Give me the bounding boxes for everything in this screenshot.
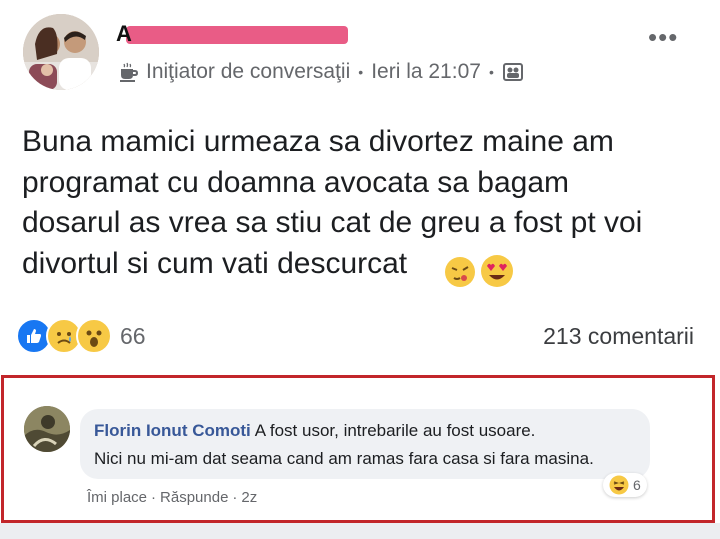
haha-reaction-icon [609, 475, 629, 495]
comment-actions: Îmi place · Răspunde · 2z [87, 489, 257, 506]
separator-dot: • [358, 64, 364, 80]
post-reactions[interactable]: 66 [16, 318, 146, 354]
comment-bubble: Florin Ionut Comoti A fost usor, intrebar… [80, 409, 650, 479]
comment-timestamp[interactable]: 2z [241, 489, 257, 506]
post-body-text: Buna mamici urmeaza sa divortez maine am… [22, 125, 643, 280]
separator-dot: • [488, 64, 494, 80]
like-comment-link[interactable]: Îmi place [87, 489, 147, 506]
author-avatar[interactable] [23, 14, 99, 90]
separator-dot: · [232, 489, 238, 506]
comment-text-line-1: A fost usor, intrebarile au fost usoare. [254, 421, 536, 440]
reply-comment-link[interactable]: Răspunde [160, 489, 228, 506]
top-fan-badge[interactable]: Iniţiator de conversaţii [146, 60, 350, 84]
comment-text-line-2: Nici nu mi-am dat seama cand am ramas fa… [94, 449, 594, 468]
comment-reactions[interactable]: 6 [603, 473, 647, 497]
comment-reaction-count: 6 [633, 477, 641, 493]
page-bottom-strip [0, 523, 720, 539]
separator-dot: · [151, 489, 157, 506]
comment-line-1: Florin Ionut Comoti A fost usor, intrebar… [94, 421, 535, 441]
more-horizontal-icon[interactable]: ••• [648, 22, 678, 53]
post-meta: Iniţiator de conversaţii • Ieri la 21:07… [118, 60, 524, 84]
group-icon [502, 63, 523, 81]
coffee-cup-icon [120, 62, 139, 82]
name-redaction-bar [126, 26, 348, 44]
reaction-count: 66 [120, 322, 146, 349]
highlighted-comment-frame: Florin Ionut Comoti A fost usor, intrebar… [1, 375, 715, 523]
author-name: A [116, 21, 132, 46]
commenter-avatar[interactable] [24, 406, 70, 452]
wow-reaction-icon [76, 318, 112, 354]
commenter-name[interactable]: Florin Ionut Comoti [94, 421, 251, 440]
post-author[interactable]: A [116, 20, 348, 48]
comment-count-link[interactable]: 213 comentarii [543, 323, 694, 350]
post-card: A ••• Iniţiator de conversaţii • Ieri la… [0, 0, 720, 375]
post-timestamp[interactable]: Ieri la 21:07 [371, 60, 481, 84]
emoji-kiss-icon [444, 256, 476, 293]
emoji-heart-eyes-icon [480, 254, 514, 293]
